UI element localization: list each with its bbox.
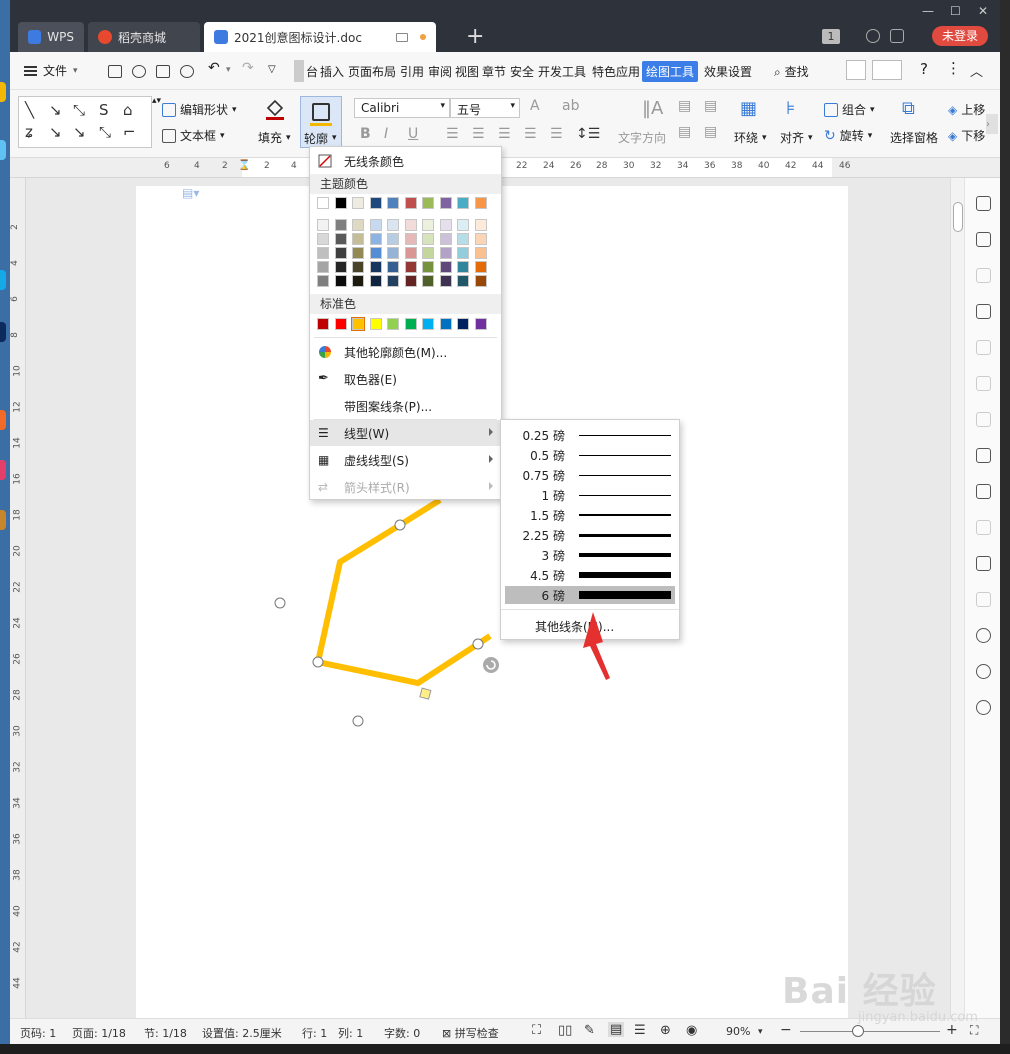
reading-mode-icon[interactable]: ▯▯ <box>558 1023 572 1038</box>
baidu-jingyan-watermark: Bai 经验 jingyan.baidu.com <box>782 944 978 1034</box>
red-pointer-arrow-icon <box>583 612 610 680</box>
writing-mode-icon[interactable]: ✎ <box>584 1023 595 1038</box>
desktop-strip <box>0 0 10 1054</box>
spell-check-label: 拼写检查 <box>454 1027 499 1040</box>
outline-view-icon[interactable]: ☰ <box>634 1023 646 1038</box>
wps-window: WPS 稻壳商城 2021创意图标设计.doc + — ☐ ✕ 1 未登录 文件… <box>10 0 1000 1044</box>
status-setting[interactable]: 设置值: 2.5厘米 <box>202 1025 282 1041</box>
page-view-icon[interactable]: ▤ <box>608 1022 625 1037</box>
spell-check-icon: ⊠ <box>442 1027 452 1040</box>
watermark-sub-text: jingyan.baidu.com <box>858 1010 978 1025</box>
eye-protection-icon[interactable]: ◉ <box>686 1023 697 1038</box>
zoom-level[interactable]: 90% <box>726 1025 750 1038</box>
os-taskbar <box>0 1044 1010 1054</box>
status-words[interactable]: 字数: 0 <box>384 1025 420 1041</box>
chevron-down-icon[interactable]: ▾ <box>758 1027 763 1037</box>
spell-check-button[interactable]: ⊠ 拼写检查 <box>442 1025 499 1041</box>
annotation-layer <box>583 612 610 680</box>
status-col: 列: 1 <box>338 1027 364 1040</box>
status-row: 行: 1 <box>302 1027 328 1040</box>
fullscreen-icon[interactable]: ⛶ <box>532 1023 541 1038</box>
status-section[interactable]: 节: 1/18 <box>144 1025 187 1041</box>
watermark-main-text: Bai 经验 <box>782 971 937 1012</box>
status-page[interactable]: 页面: 1/18 <box>72 1025 126 1041</box>
web-view-icon[interactable]: ⊕ <box>660 1023 671 1038</box>
status-page-code[interactable]: 页码: 1 <box>20 1025 56 1041</box>
